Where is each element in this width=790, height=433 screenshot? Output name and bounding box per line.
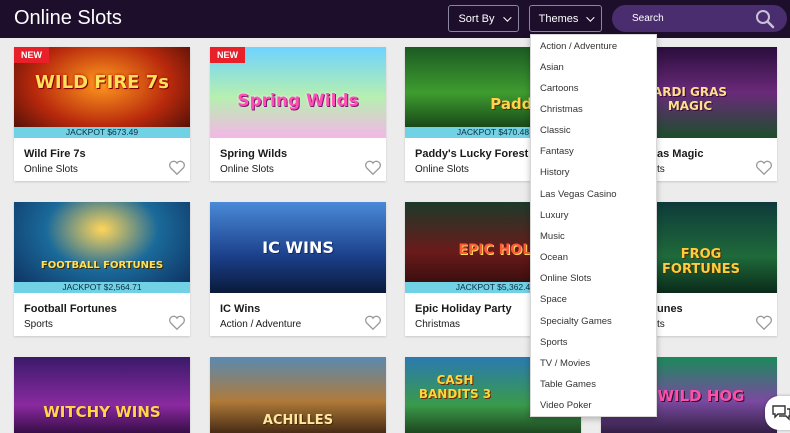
- heart-icon[interactable]: [755, 315, 773, 331]
- search-icon[interactable]: [755, 9, 775, 29]
- theme-option[interactable]: Table Games: [540, 379, 596, 390]
- theme-option[interactable]: Video Poker: [540, 400, 592, 411]
- theme-option[interactable]: Las Vegas Casino: [540, 189, 617, 200]
- game-category: Action / Adventure: [220, 319, 302, 330]
- themes-label: Themes: [538, 12, 579, 25]
- sort-by-button[interactable]: Sort By: [448, 5, 519, 32]
- top-header: Online Slots Sort By Themes Search: [0, 0, 790, 38]
- heart-icon[interactable]: [364, 315, 382, 331]
- game-category: Christmas: [415, 319, 461, 330]
- game-title[interactable]: Spring Wilds: [220, 148, 287, 160]
- theme-option[interactable]: Specialty Games: [540, 316, 612, 327]
- search-input[interactable]: Search: [612, 5, 787, 32]
- jackpot-bar: JACKPOT $673.49: [14, 127, 190, 138]
- game-title[interactable]: IC Wins: [220, 303, 260, 315]
- game-category: Online Slots: [415, 164, 469, 175]
- new-badge: NEW: [210, 47, 245, 63]
- game-thumbnail[interactable]: FOOTBALL FORTUNES: [14, 202, 190, 293]
- heart-icon[interactable]: [168, 160, 186, 176]
- heart-icon[interactable]: [168, 315, 186, 331]
- theme-option[interactable]: History: [540, 167, 570, 178]
- chevron-down-icon: [586, 12, 596, 22]
- game-title[interactable]: unes: [657, 303, 683, 315]
- game-thumbnail[interactable]: IC WINS: [210, 202, 386, 293]
- theme-option[interactable]: Online Slots: [540, 273, 591, 284]
- theme-option[interactable]: Asian: [540, 62, 564, 73]
- game-title[interactable]: Football Fortunes: [24, 303, 117, 315]
- thumbnail-art-text: FOOTBALL FORTUNES: [40, 260, 164, 271]
- theme-option[interactable]: Action / Adventure: [540, 41, 617, 52]
- thumbnail-art-text: FROG FORTUNES: [662, 247, 740, 277]
- chat-widget-button[interactable]: [765, 396, 790, 430]
- thumbnail-art-text: WITCHY WINS: [43, 403, 161, 421]
- game-category: ts: [657, 319, 665, 330]
- heart-icon[interactable]: [755, 160, 773, 176]
- game-title[interactable]: Paddy's Lucky Forest: [415, 148, 528, 160]
- new-badge: NEW: [14, 47, 49, 63]
- game-card-achilles[interactable]: ACHILLES: [210, 357, 386, 433]
- game-category: Online Slots: [24, 164, 78, 175]
- game-title[interactable]: as Magic: [657, 148, 703, 160]
- game-category: Sports: [24, 319, 53, 330]
- thumbnail-art-text: WILD FIRE 7s: [35, 72, 169, 93]
- game-card-spring-wilds[interactable]: Spring Wilds NEW Spring Wilds Online Slo…: [210, 47, 386, 181]
- thumbnail-art-text: ACHILLES: [262, 413, 334, 428]
- theme-option[interactable]: Christmas: [540, 104, 583, 115]
- page-title: Online Slots: [14, 7, 122, 29]
- theme-option[interactable]: Cartoons: [540, 83, 579, 94]
- thumbnail-art-text: Spring Wilds: [237, 91, 359, 111]
- themes-dropdown-menu: Action / Adventure Asian Cartoons Christ…: [530, 34, 657, 417]
- jackpot-bar: JACKPOT $2,564.71: [14, 282, 190, 293]
- thumbnail-art-text: ARDI GRAS MAGIC: [652, 85, 728, 113]
- game-title[interactable]: Epic Holiday Party: [415, 303, 512, 315]
- themes-button[interactable]: Themes: [529, 5, 602, 32]
- thumbnail-art-text: IC WINS: [262, 238, 334, 257]
- game-card-wild-fire-7s[interactable]: WILD FIRE 7s NEW JACKPOT $673.49 Wild Fi…: [14, 47, 190, 181]
- theme-option[interactable]: Fantasy: [540, 146, 574, 157]
- theme-option[interactable]: Luxury: [540, 210, 569, 221]
- sort-by-label: Sort By: [458, 12, 495, 25]
- game-category: Online Slots: [220, 164, 274, 175]
- theme-option[interactable]: Ocean: [540, 252, 568, 263]
- game-title[interactable]: Wild Fire 7s: [24, 148, 86, 160]
- chat-icon: [772, 405, 790, 421]
- game-card-witchy-wins[interactable]: WITCHY WINS: [14, 357, 190, 433]
- theme-option[interactable]: TV / Movies: [540, 358, 590, 369]
- game-thumbnail[interactable]: ACHILLES: [210, 357, 386, 433]
- theme-option[interactable]: Classic: [540, 125, 571, 136]
- game-card-ic-wins[interactable]: IC WINS IC Wins Action / Adventure: [210, 202, 386, 336]
- thumbnail-art-text: WILD HOG: [657, 387, 745, 405]
- chevron-down-icon: [502, 12, 512, 22]
- theme-option[interactable]: Space: [540, 294, 567, 305]
- game-category: ts: [657, 164, 665, 175]
- search-placeholder: Search: [632, 13, 664, 24]
- game-card-football-fortunes[interactable]: FOOTBALL FORTUNES JACKPOT $2,564.71 Foot…: [14, 202, 190, 336]
- theme-option[interactable]: Music: [540, 231, 565, 242]
- theme-option[interactable]: Sports: [540, 337, 567, 348]
- heart-icon[interactable]: [364, 160, 382, 176]
- thumbnail-art-text: CASH BANDITS 3: [418, 373, 492, 401]
- game-thumbnail[interactable]: WITCHY WINS: [14, 357, 190, 433]
